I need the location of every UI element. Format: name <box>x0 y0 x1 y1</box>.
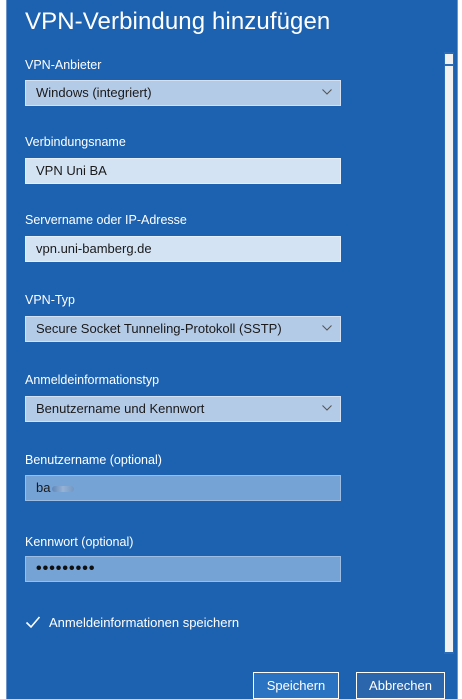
connection-name-value: VPN Uni BA <box>36 163 107 178</box>
username-input[interactable]: ba <box>25 475 341 501</box>
server-label: Servername oder IP-Adresse <box>25 213 187 227</box>
chevron-down-icon <box>322 405 332 411</box>
scroll-thumb[interactable] <box>445 66 453 642</box>
redacted-text <box>52 485 75 492</box>
password-dots: ••••••••• <box>36 560 96 577</box>
vpn-dialog: VPN-Verbindung hinzufügen VPN-Anbieter W… <box>6 0 458 699</box>
vpn-type-select[interactable]: Secure Socket Tunneling-Protokoll (SSTP) <box>25 316 341 342</box>
username-label: Benutzername (optional) <box>25 453 162 467</box>
scroll-down-arrow[interactable] <box>445 642 453 652</box>
password-label: Kennwort (optional) <box>25 535 134 549</box>
credential-type-value: Benutzername und Kennwort <box>36 401 205 416</box>
username-value: ba <box>36 480 51 495</box>
vpn-type-label: VPN-Typ <box>25 293 76 307</box>
provider-value: Windows (integriert) <box>36 85 152 100</box>
provider-select[interactable]: Windows (integriert) <box>25 80 341 106</box>
connection-name-label: Verbindungsname <box>25 135 126 149</box>
connection-name-input[interactable]: VPN Uni BA <box>25 158 341 184</box>
chevron-down-icon <box>322 89 332 95</box>
save-button[interactable]: Speichern <box>253 672 339 699</box>
server-input[interactable]: vpn.uni-bamberg.de <box>25 236 341 262</box>
remember-label: Anmeldeinformationen speichern <box>49 615 240 630</box>
scrollbar[interactable] <box>444 52 454 654</box>
server-value: vpn.uni-bamberg.de <box>36 241 152 256</box>
password-input[interactable]: ••••••••• <box>25 556 341 582</box>
scroll-up-arrow[interactable] <box>445 54 453 64</box>
credential-type-label: Anmeldeinformationstyp <box>25 373 160 387</box>
cancel-button[interactable]: Abbrechen <box>356 672 445 699</box>
chevron-down-icon <box>322 325 332 331</box>
dialog-title: VPN-Verbindung hinzufügen <box>25 8 331 35</box>
credential-type-select[interactable]: Benutzername und Kennwort <box>25 396 341 422</box>
vpn-type-value: Secure Socket Tunneling-Protokoll (SSTP) <box>36 321 282 336</box>
provider-label: VPN-Anbieter <box>25 58 102 72</box>
checkmark-icon <box>25 616 41 629</box>
